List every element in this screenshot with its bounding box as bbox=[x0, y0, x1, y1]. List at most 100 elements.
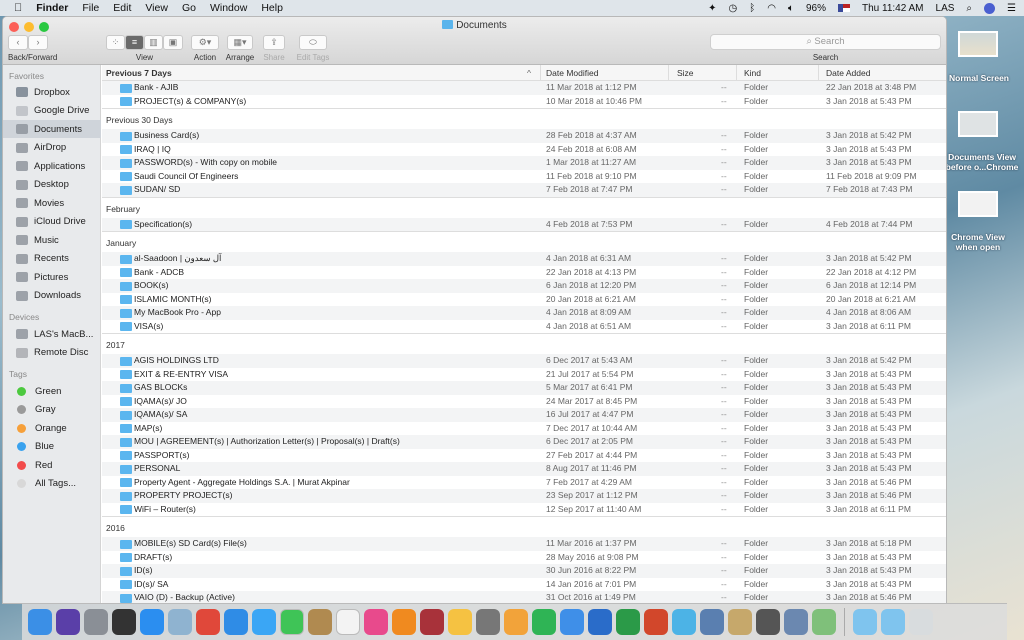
utility-icon[interactable] bbox=[728, 609, 752, 635]
keynote-icon[interactable] bbox=[560, 609, 584, 635]
calendar-icon[interactable] bbox=[336, 609, 360, 635]
file-row[interactable]: Bank - ADCB 22 Jan 2018 at 4:13 PM -- Folde… bbox=[102, 266, 946, 280]
column-date-modified-header[interactable]: Date Modified bbox=[546, 68, 598, 78]
volume-icon[interactable]: 🔈︎ bbox=[788, 3, 794, 14]
migration-icon[interactable] bbox=[700, 609, 724, 635]
dropbox-status-icon[interactable]: ✦ bbox=[708, 3, 716, 14]
back-button[interactable]: ‹ bbox=[8, 35, 28, 50]
file-row[interactable]: BOOK(s) 6 Jan 2018 at 12:20 PM -- Folder 6 J… bbox=[102, 279, 946, 293]
sidebar-item-dropbox[interactable]: Dropbox bbox=[3, 83, 101, 101]
notification-center-icon[interactable]: ☰ bbox=[1007, 3, 1016, 14]
file-row[interactable]: WiFi – Router(s) 12 Sep 2017 at 11:40 AM -… bbox=[102, 503, 946, 517]
itunes-icon[interactable] bbox=[364, 609, 388, 635]
file-row[interactable]: PASSPORT(s) 27 Feb 2017 at 4:44 PM -- Folde… bbox=[102, 449, 946, 463]
file-row[interactable]: My MacBook Pro - App 4 Jan 2018 at 8:09 A… bbox=[102, 306, 946, 320]
hp-icon[interactable] bbox=[784, 609, 808, 635]
trash-icon[interactable] bbox=[909, 609, 933, 635]
sidebar-item-applications[interactable]: Applications bbox=[3, 157, 101, 175]
file-row[interactable]: PERSONAL 8 Aug 2017 at 11:46 PM -- Folder 3 … bbox=[102, 462, 946, 476]
sidebar-item-all-tags[interactable]: All Tags... bbox=[3, 475, 101, 493]
menu-finder[interactable]: Finder bbox=[36, 2, 68, 14]
menu-edit[interactable]: Edit bbox=[113, 2, 131, 14]
column-divider[interactable] bbox=[540, 65, 541, 81]
siri-icon[interactable] bbox=[984, 2, 996, 14]
flag-input-icon[interactable] bbox=[837, 4, 850, 12]
column-divider[interactable] bbox=[736, 65, 737, 81]
apple-menu-icon[interactable]:  bbox=[14, 2, 22, 14]
photos-icon[interactable] bbox=[448, 609, 472, 635]
sidebar-item-documents[interactable]: Documents bbox=[3, 120, 101, 138]
menu-window[interactable]: Window bbox=[210, 2, 247, 14]
file-row[interactable]: MAP(s) 7 Dec 2017 at 10:44 AM -- Folder 3 Ja… bbox=[102, 422, 946, 436]
spotlight-icon[interactable]: ⌕ bbox=[966, 3, 972, 14]
file-row[interactable]: MOU | AGREEMENT(s) | Authorization Lette… bbox=[102, 435, 946, 449]
column-kind-header[interactable]: Kind bbox=[744, 68, 761, 78]
sidebar-item-recents[interactable]: Recents bbox=[3, 250, 101, 268]
forward-button[interactable]: › bbox=[28, 35, 48, 50]
sidebar-item-icloud-drive[interactable]: iCloud Drive bbox=[3, 213, 101, 231]
messages-icon[interactable] bbox=[252, 609, 276, 635]
menu-file[interactable]: File bbox=[82, 2, 99, 14]
photo-booth-icon[interactable] bbox=[420, 609, 444, 635]
sidebar-item-gray[interactable]: Gray bbox=[3, 401, 101, 419]
column-date-added-header[interactable]: Date Added bbox=[826, 68, 870, 78]
siri-icon[interactable] bbox=[56, 609, 80, 635]
icon-view-button[interactable]: ⁘ bbox=[106, 35, 125, 50]
numbers-icon[interactable] bbox=[532, 609, 556, 635]
file-row[interactable]: PROJECT(s) & COMPANY(s) 10 Mar 2018 at 10… bbox=[102, 95, 946, 109]
file-row[interactable]: Business Card(s) 28 Feb 2018 at 4:37 AM --… bbox=[102, 129, 946, 143]
sidebar-item-music[interactable]: Music bbox=[3, 231, 101, 249]
safari-icon[interactable] bbox=[224, 609, 248, 635]
clock[interactable]: Thu 11:42 AM bbox=[862, 3, 924, 14]
user-name[interactable]: LAS bbox=[936, 3, 955, 14]
ibooks-icon[interactable] bbox=[392, 609, 416, 635]
file-row[interactable]: IQAMA(s)/ JO 24 Mar 2017 at 8:45 PM -- Fold… bbox=[102, 395, 946, 409]
file-row[interactable]: ID(s) 30 Jun 2016 at 8:22 PM -- Folder 3 Jan… bbox=[102, 564, 946, 578]
sidebar-item-las-s-macb[interactable]: LAS's MacB... bbox=[3, 325, 101, 343]
system-preferences-icon[interactable] bbox=[476, 609, 500, 635]
screenshot-thumbnail[interactable] bbox=[958, 31, 998, 57]
sidebar-item-pictures[interactable]: Pictures bbox=[3, 268, 101, 286]
pages-icon[interactable] bbox=[504, 609, 528, 635]
file-row[interactable]: VISA(s) 4 Jan 2018 at 6:51 AM -- Folder 3 Ja… bbox=[102, 320, 946, 334]
column-size-header[interactable]: Size bbox=[677, 68, 694, 78]
sidebar-item-airdrop[interactable]: AirDrop bbox=[3, 139, 101, 157]
file-row[interactable]: SUDAN/ SD 7 Feb 2018 at 7:47 PM -- Folder 7 … bbox=[102, 183, 946, 197]
sidebar-item-blue[interactable]: Blue bbox=[3, 438, 101, 456]
file-row[interactable]: Bank - AJIB 11 Mar 2018 at 1:12 PM -- Folde… bbox=[102, 81, 946, 95]
file-row[interactable]: VAIO (D) - Backup (Active) 31 Oct 2016 at… bbox=[102, 591, 946, 603]
wifi-icon[interactable]: ◠ bbox=[767, 3, 776, 14]
sidebar-item-movies[interactable]: Movies bbox=[3, 194, 101, 212]
file-row[interactable]: Property Agent - Aggregate Holdings S.A.… bbox=[102, 476, 946, 490]
preview-icon[interactable] bbox=[168, 609, 192, 635]
action-button[interactable]: ⚙▾ bbox=[191, 35, 219, 50]
app-store-icon[interactable] bbox=[140, 609, 164, 635]
cover-flow-button[interactable]: ▣ bbox=[163, 35, 183, 50]
sidebar-item-remote-disc[interactable]: Remote Disc bbox=[3, 344, 101, 362]
search-input[interactable]: ⌕ Search bbox=[710, 34, 941, 50]
file-row[interactable]: al-Saadoon | آل سعدون 4 Jan 2018 at 6:31 … bbox=[102, 252, 946, 266]
excel-icon[interactable] bbox=[616, 609, 640, 635]
sidebar-item-green[interactable]: Green bbox=[3, 382, 101, 400]
menu-view[interactable]: View bbox=[145, 2, 168, 14]
messenger-icon[interactable] bbox=[672, 609, 696, 635]
file-row[interactable]: AGIS HOLDINGS LTD 6 Dec 2017 at 5:43 AM --… bbox=[102, 354, 946, 368]
arrange-button[interactable]: ▦▾ bbox=[227, 35, 253, 50]
sidebar-item-google-drive[interactable]: Google Drive bbox=[3, 102, 101, 120]
file-row[interactable]: IQAMA(s)/ SA 16 Jul 2017 at 4:47 PM -- Fold… bbox=[102, 408, 946, 422]
chrome-icon[interactable] bbox=[196, 609, 220, 635]
file-row[interactable]: Specification(s) 4 Feb 2018 at 7:53 PM -- F… bbox=[102, 217, 946, 231]
file-row[interactable]: ID(s)/ SA 14 Jan 2016 at 7:01 PM -- Folder 3… bbox=[102, 578, 946, 592]
file-row[interactable]: PROPERTY PROJECT(s) 23 Sep 2017 at 1:12 P… bbox=[102, 489, 946, 503]
file-row[interactable]: EXIT & RE-ENTRY VISA 21 Jul 2017 at 5:54 … bbox=[102, 368, 946, 382]
sidebar-item-orange[interactable]: Orange bbox=[3, 419, 101, 437]
printer-icon[interactable] bbox=[756, 609, 780, 635]
screenshot-thumbnail[interactable] bbox=[958, 191, 998, 217]
word-icon[interactable] bbox=[588, 609, 612, 635]
file-row[interactable]: PASSWORD(s) - With copy on mobile 1 Mar 2… bbox=[102, 156, 946, 170]
battery-status[interactable]: 96% bbox=[806, 3, 826, 14]
time-machine-icon[interactable]: ◷ bbox=[729, 3, 738, 14]
file-row[interactable]: Saudi Council Of Engineers 11 Feb 2018 at… bbox=[102, 170, 946, 184]
launchpad-icon[interactable] bbox=[84, 609, 108, 635]
bluetooth-icon[interactable]: ᛒ bbox=[749, 3, 755, 14]
